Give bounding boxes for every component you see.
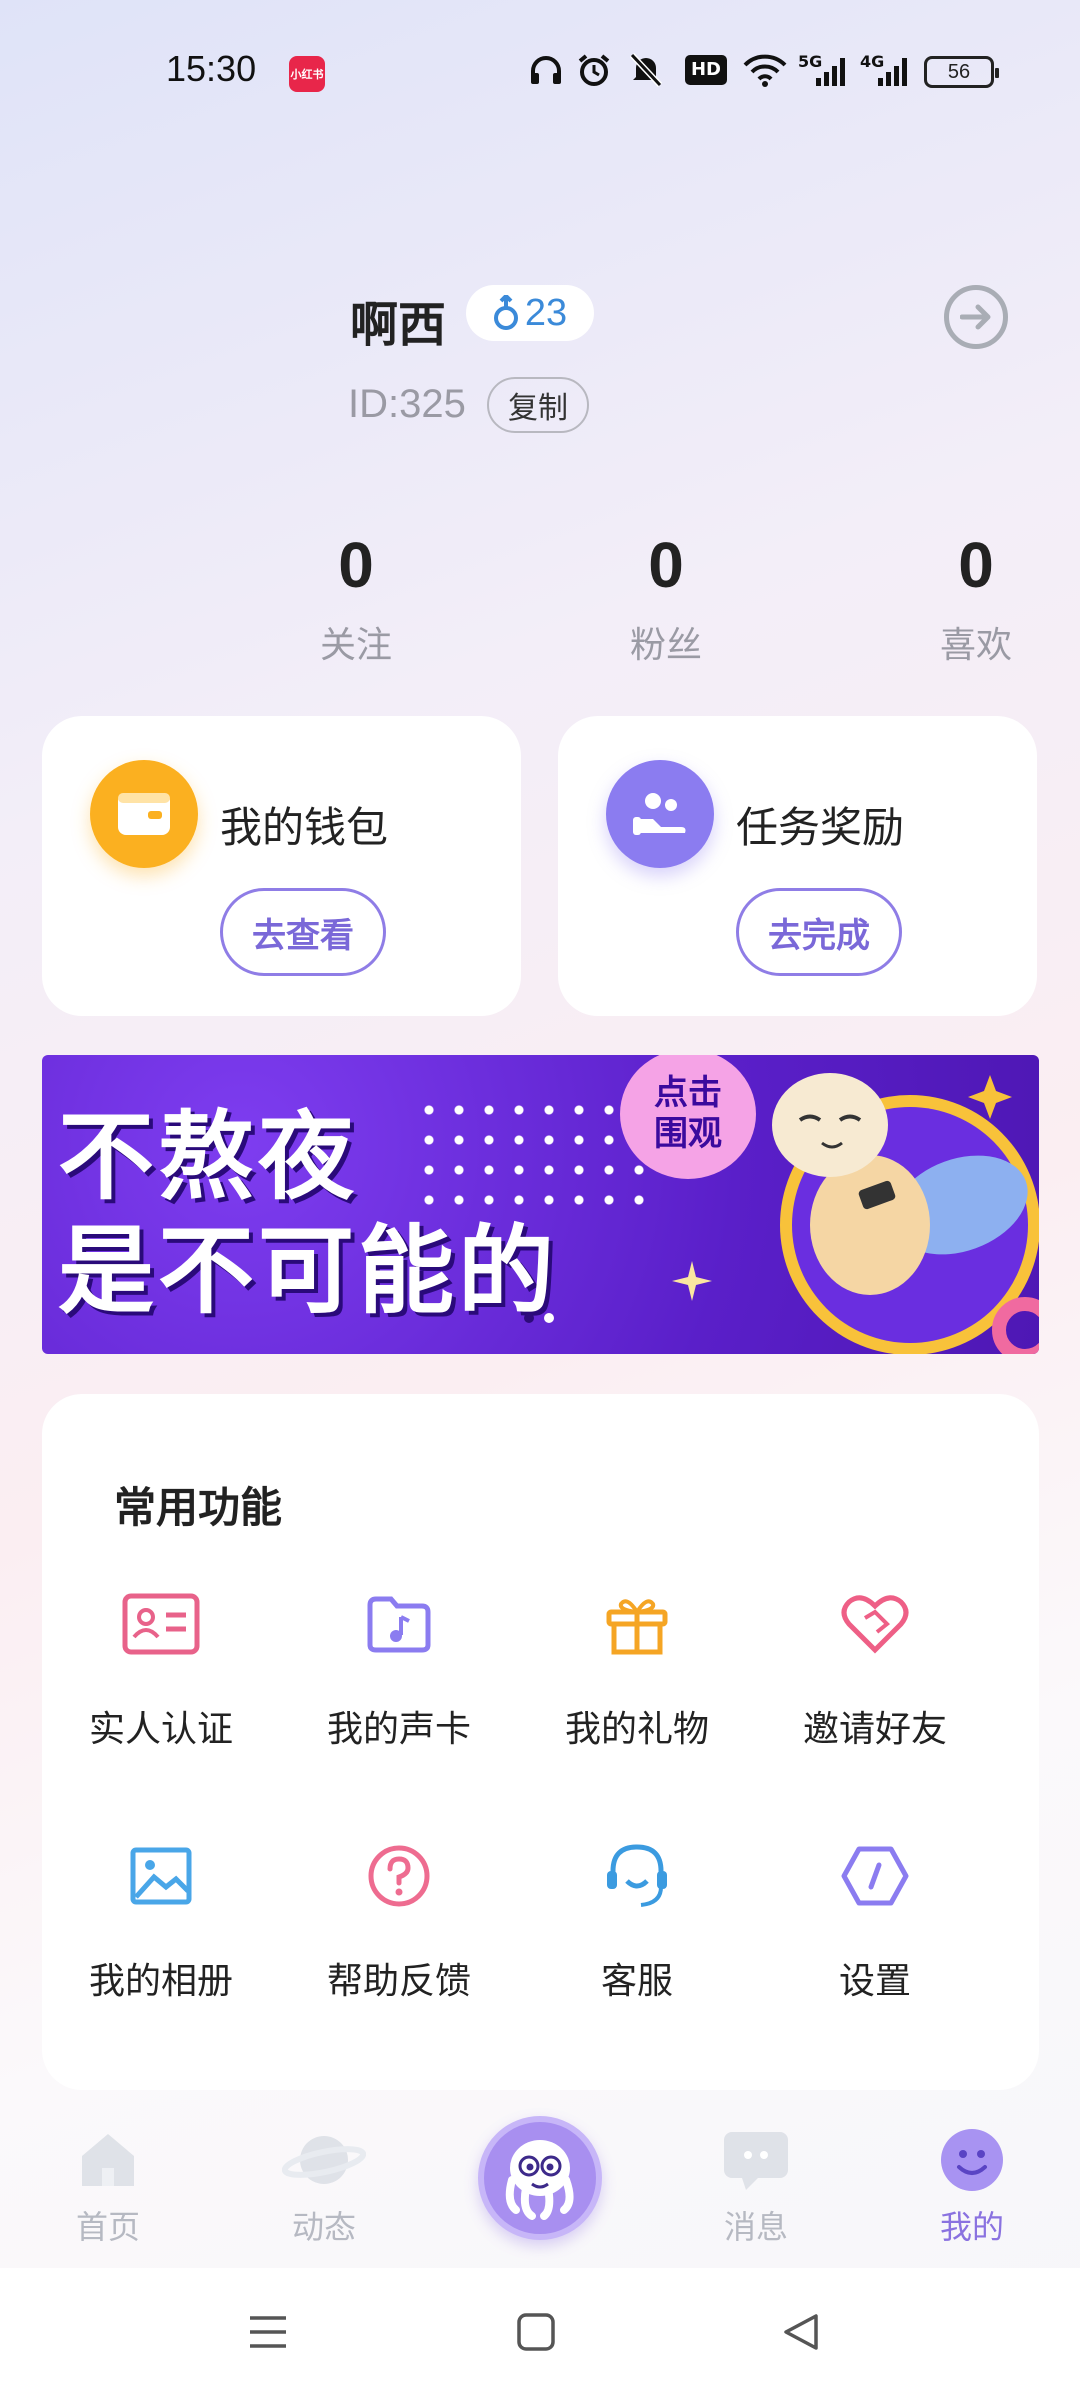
- wifi-icon: [742, 50, 788, 90]
- function-my-gifts[interactable]: 我的礼物: [518, 1584, 756, 1752]
- signal-4g-icon: 4G: [860, 50, 912, 90]
- cat-illustration: [772, 1073, 1039, 1354]
- function-label: 我的相册: [88, 1961, 233, 2002]
- functions-title: 常用功能: [114, 1483, 283, 1532]
- badge-line2: 围观: [654, 1114, 722, 1154]
- settings-hexagon-icon: [756, 1836, 994, 1916]
- status-app-badge: 小红书: [289, 56, 325, 92]
- tasks-title: 任务奖励: [736, 803, 905, 852]
- function-label: 实人认证: [88, 1709, 233, 1750]
- alarm-icon: [574, 50, 614, 90]
- promo-banner[interactable]: 不熬夜 是不可能的 点击 围观: [42, 1055, 1039, 1354]
- function-real-name-verify[interactable]: 实人认证: [42, 1584, 280, 1752]
- nav-messages[interactable]: 消息: [686, 2124, 826, 2248]
- pager-dot-2: [544, 1313, 554, 1323]
- system-nav-bar: [0, 2268, 1080, 2400]
- stat-likes[interactable]: 0 喜欢: [896, 528, 1056, 668]
- function-customer-service[interactable]: 客服: [518, 1836, 756, 2004]
- likes-label: 喜欢: [939, 625, 1012, 666]
- task-reward-icon: [606, 760, 714, 868]
- octopus-icon: [505, 2140, 574, 2220]
- pager-dot-1: [524, 1313, 534, 1323]
- wallet-icon: [90, 760, 198, 868]
- sparkle-icon: [672, 1261, 712, 1301]
- home-icon: [38, 2124, 178, 2196]
- function-settings[interactable]: 设置: [756, 1836, 994, 2004]
- following-label: 关注: [319, 625, 392, 666]
- status-time: 15:30: [166, 48, 257, 89]
- banner-pager: [524, 1313, 554, 1323]
- view-wallet-button[interactable]: 去查看: [220, 888, 386, 976]
- level-badge[interactable]: 23: [466, 285, 594, 341]
- banner-line2: 是不可能的: [58, 1215, 558, 1327]
- level-value: 23: [524, 291, 568, 334]
- headphones-icon: [526, 50, 566, 90]
- likes-count: 0: [958, 529, 994, 601]
- fans-label: 粉丝: [629, 625, 702, 666]
- nav-mine[interactable]: 我的: [902, 2124, 1042, 2248]
- battery-indicator: 56: [924, 56, 999, 88]
- gift-icon: [518, 1584, 756, 1664]
- user-id: ID:325: [348, 382, 466, 426]
- nav-home[interactable]: 首页: [38, 2124, 178, 2248]
- heart-handshake-icon: [756, 1584, 994, 1664]
- username: 啊西: [350, 297, 447, 353]
- tasks-card[interactable]: 任务奖励 去完成: [558, 716, 1037, 1016]
- nav-moments[interactable]: 动态: [254, 2124, 394, 2248]
- planet-icon: [254, 2124, 394, 2196]
- back-triangle-icon[interactable]: [782, 2312, 822, 2356]
- help-icon: [280, 1836, 518, 1916]
- function-label: 我的礼物: [564, 1709, 709, 1750]
- following-count: 0: [338, 529, 374, 601]
- home-square-icon[interactable]: [516, 2312, 556, 2356]
- stat-fans[interactable]: 0 粉丝: [586, 528, 746, 668]
- nav-label: 首页: [75, 2208, 140, 2246]
- function-my-album[interactable]: 我的相册: [42, 1836, 280, 2004]
- id-card-icon: [42, 1584, 280, 1664]
- copy-button[interactable]: 复制: [487, 377, 589, 433]
- common-functions-panel: 常用功能 实人认证 我的声卡 我的礼物 邀请好友 我的相册 帮助反馈 客服 设置: [42, 1394, 1039, 2090]
- function-label: 邀请好友: [802, 1709, 947, 1750]
- hd-label: HD: [684, 55, 727, 85]
- nav-label: 动态: [291, 2208, 356, 2246]
- function-help-feedback[interactable]: 帮助反馈: [280, 1836, 518, 2004]
- wallet-title: 我的钱包: [220, 803, 389, 852]
- smile-icon: [902, 2124, 1042, 2196]
- nav-label: 我的: [939, 2208, 1004, 2246]
- banner-click-badge[interactable]: 点击 围观: [620, 1055, 756, 1179]
- nav-center-octopus[interactable]: [478, 2116, 602, 2240]
- function-label: 我的声卡: [326, 1709, 471, 1750]
- function-label: 帮助反馈: [326, 1961, 471, 2002]
- message-icon: [686, 2124, 826, 2196]
- complete-tasks-button[interactable]: 去完成: [736, 888, 902, 976]
- menu-icon[interactable]: [248, 2312, 288, 2356]
- wallet-card[interactable]: 我的钱包 去查看: [42, 716, 521, 1016]
- function-label: 设置: [838, 1961, 911, 2002]
- image-icon: [42, 1836, 280, 1916]
- headset-icon: [518, 1836, 756, 1916]
- nav-label: 消息: [723, 2208, 788, 2246]
- stat-following[interactable]: 0 关注: [276, 528, 436, 668]
- arrow-right-icon[interactable]: [944, 285, 1008, 349]
- male-icon: [493, 295, 518, 330]
- mute-icon: [626, 50, 666, 90]
- function-voice-card[interactable]: 我的声卡: [280, 1584, 518, 1752]
- music-folder-icon: [280, 1584, 518, 1664]
- function-invite-friends[interactable]: 邀请好友: [756, 1584, 994, 1752]
- hd-icon: HD: [684, 50, 728, 90]
- fans-count: 0: [648, 529, 684, 601]
- function-label: 客服: [600, 1961, 673, 2002]
- signal-5g-icon: 5G: [798, 50, 850, 90]
- badge-line1: 点击: [654, 1073, 722, 1114]
